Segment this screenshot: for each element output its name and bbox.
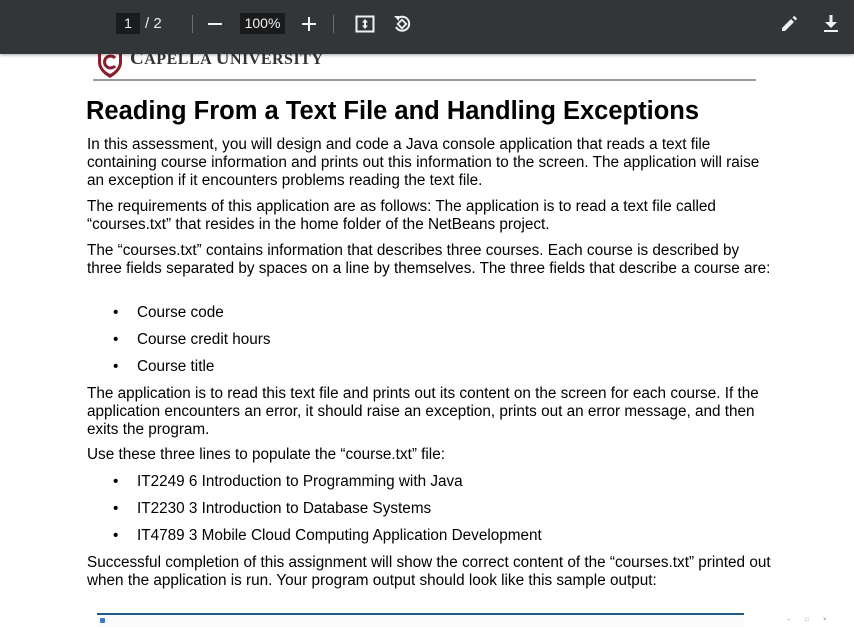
list-item: • Course title: [113, 358, 215, 375]
list-item: • IT2230 3 Introduction to Database Syste…: [113, 500, 432, 517]
rotate-icon: [394, 15, 411, 32]
list-item: • Course credit hours: [113, 331, 271, 348]
pencil-icon: [782, 16, 797, 31]
plus-icon: [302, 17, 316, 31]
requirements-paragraph: The requirements of this application are…: [87, 198, 716, 233]
annotate-button[interactable]: [777, 12, 801, 36]
shield-icon: [98, 54, 122, 78]
completion-paragraph: Successful completion of this assignment…: [87, 554, 771, 589]
courses-description-paragraph: The “courses.txt” contains information t…: [87, 242, 771, 277]
zoom-level-input[interactable]: 100%: [240, 13, 285, 34]
intro-paragraph: In this assessment, you will design and …: [87, 136, 760, 189]
fit-to-page-icon: [355, 15, 375, 33]
minus-icon: [208, 23, 222, 25]
rotate-button[interactable]: [390, 12, 414, 36]
maximize-icon: □: [805, 617, 809, 623]
toolbar-divider: [333, 15, 334, 33]
populate-paragraph: Use these three lines to populate the “c…: [87, 446, 445, 463]
zoom-in-button[interactable]: [297, 12, 321, 36]
minimize-icon: –: [787, 617, 791, 623]
fit-to-page-button[interactable]: [353, 12, 377, 36]
netbeans-icon: [100, 618, 105, 623]
page-number-input[interactable]: 1: [116, 13, 140, 34]
list-item: • IT4789 3 Mobile Cloud Computing Applica…: [113, 527, 542, 544]
zoom-out-button[interactable]: [203, 12, 227, 36]
page-count: / 2: [145, 15, 162, 32]
sample-output-screenshot: – □ ×: [97, 613, 827, 627]
list-item: • IT2249 6 Introduction to Programming wi…: [113, 473, 463, 490]
logo-wordmark: CAPELLA UNIVERSITY: [130, 54, 324, 69]
pdf-page: CAPELLA UNIVERSITY Reading From a Text F…: [0, 54, 854, 627]
document-title: Reading From a Text File and Handling Ex…: [86, 97, 700, 125]
behavior-paragraph: The application is to read this text fil…: [87, 385, 759, 438]
header-rule: [93, 79, 756, 81]
close-icon: ×: [823, 617, 827, 623]
list-item: • Course code: [113, 304, 224, 321]
download-button[interactable]: [819, 12, 843, 36]
toolbar-divider: [192, 15, 193, 33]
pdf-toolbar: 1 / 2 100%: [0, 0, 854, 54]
download-icon: [824, 15, 838, 32]
